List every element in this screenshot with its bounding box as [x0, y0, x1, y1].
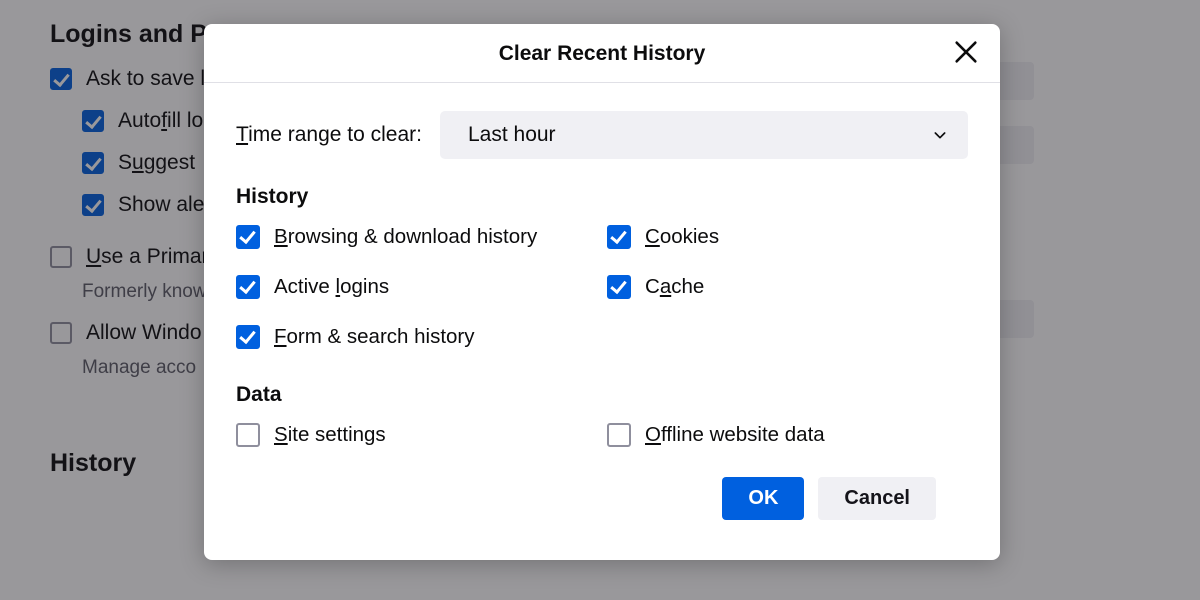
cancel-button[interactable]: Cancel	[818, 477, 936, 520]
opt-label: Browsing & download history	[274, 225, 537, 249]
close-icon	[952, 38, 980, 66]
opt-cache[interactable]: Cache	[607, 275, 968, 299]
dialog-header: Clear Recent History	[204, 24, 1000, 83]
opt-label: Form & search history	[274, 325, 475, 349]
checkbox-icon	[607, 225, 631, 249]
checkbox-icon	[236, 225, 260, 249]
opt-label: Cookies	[645, 225, 719, 249]
opt-active-logins[interactable]: Active logins	[236, 275, 597, 299]
ok-button[interactable]: OK	[722, 477, 804, 520]
checkbox-icon	[236, 325, 260, 349]
time-range-select[interactable]: Last hour	[440, 111, 968, 159]
opt-browsing-history[interactable]: Browsing & download history	[236, 225, 597, 249]
history-options-grid: Browsing & download history Cookies Acti…	[236, 225, 968, 349]
opt-cookies[interactable]: Cookies	[607, 225, 968, 249]
opt-offline-data[interactable]: Offline website data	[607, 423, 968, 447]
opt-form-history[interactable]: Form & search history	[236, 325, 597, 349]
time-range-value: Last hour	[468, 123, 556, 147]
opt-label: Cache	[645, 275, 704, 299]
time-range-row: Time range to clear: Last hour	[236, 111, 968, 159]
dialog-footer: OK Cancel	[236, 477, 968, 540]
checkbox-icon	[607, 275, 631, 299]
time-range-label: Time range to clear:	[236, 123, 422, 147]
opt-label: Site settings	[274, 423, 386, 447]
chevron-down-icon	[932, 127, 948, 143]
dialog-title: Clear Recent History	[499, 42, 706, 65]
opt-label: Offline website data	[645, 423, 825, 447]
close-button[interactable]	[952, 38, 980, 66]
checkbox-icon	[236, 423, 260, 447]
data-section-heading: Data	[236, 383, 968, 407]
data-options-grid: Site settings Offline website data	[236, 423, 968, 447]
clear-history-dialog: Clear Recent History Time range to clear…	[204, 24, 1000, 560]
checkbox-icon	[607, 423, 631, 447]
opt-label: Active logins	[274, 275, 389, 299]
checkbox-icon	[236, 275, 260, 299]
history-section-heading: History	[236, 185, 968, 209]
opt-site-settings[interactable]: Site settings	[236, 423, 597, 447]
dialog-body: Time range to clear: Last hour History B…	[204, 83, 1000, 560]
